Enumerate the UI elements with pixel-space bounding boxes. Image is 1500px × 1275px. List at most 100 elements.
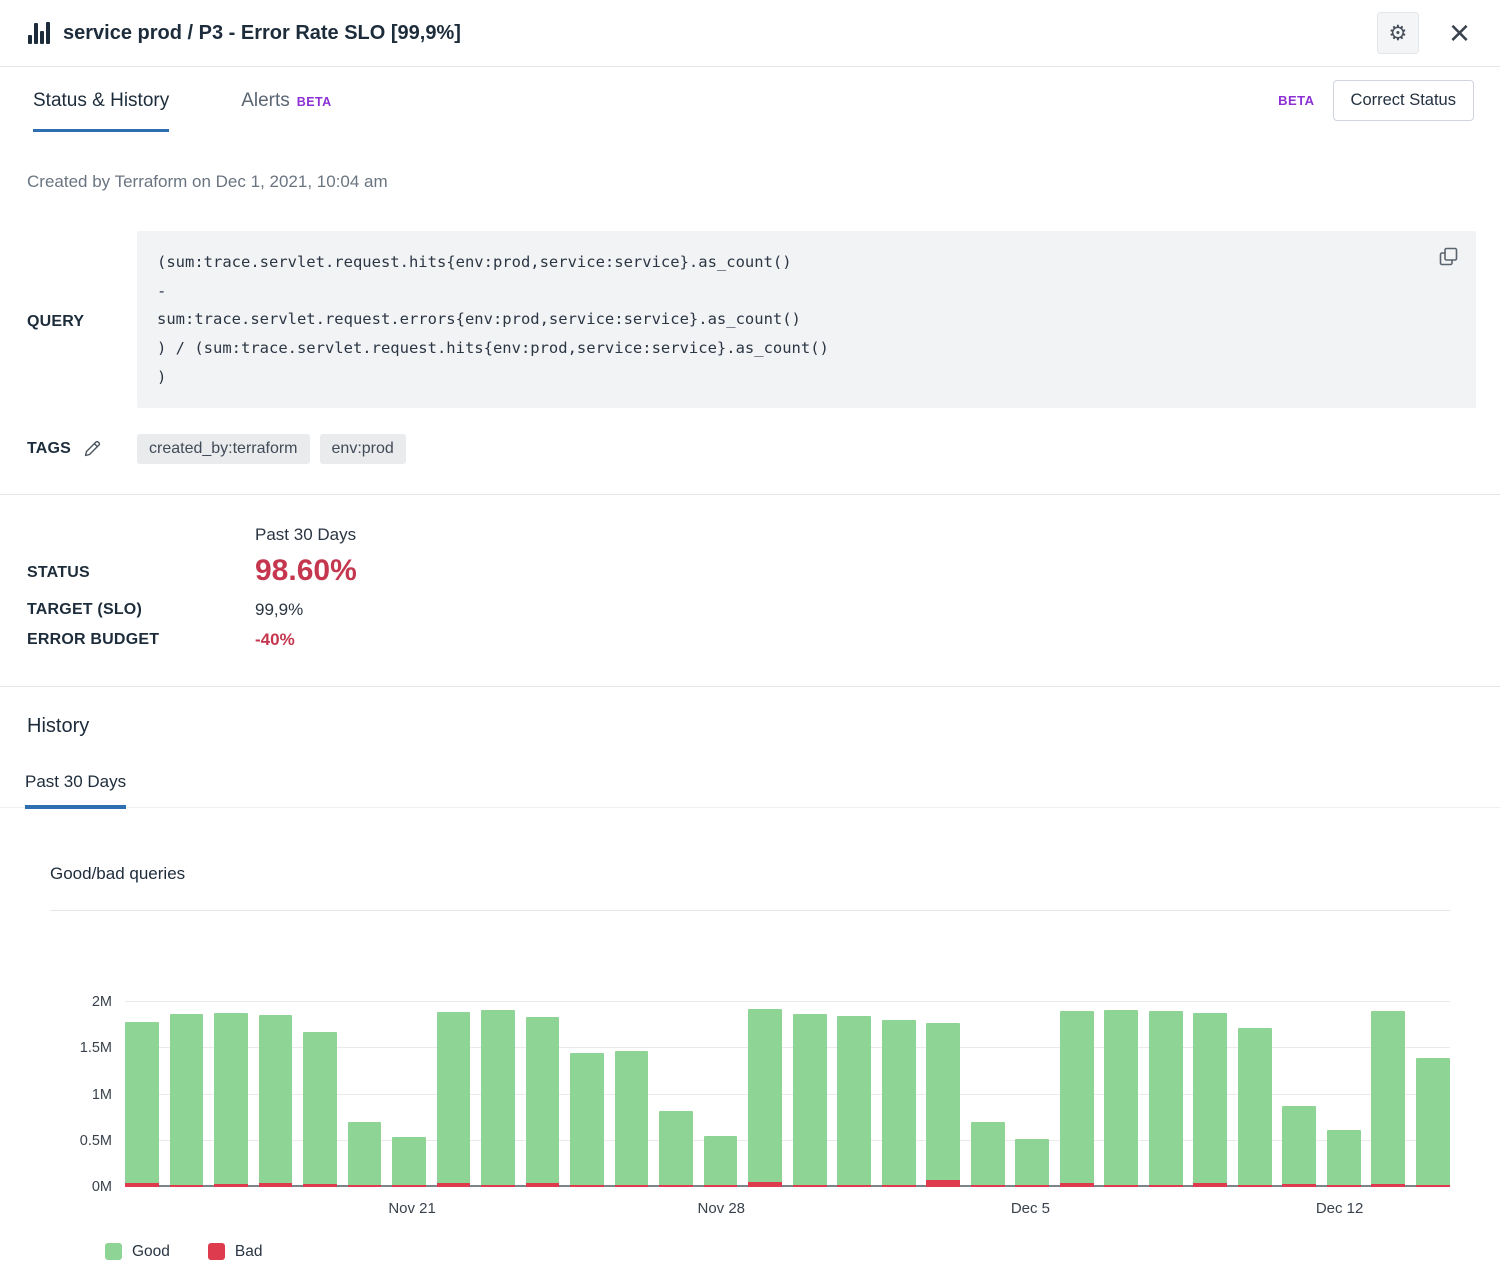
bar[interactable] xyxy=(1282,995,1316,1187)
error-budget-value: -40% xyxy=(255,626,1500,654)
beta-badge: BETA xyxy=(1278,93,1314,108)
bar[interactable] xyxy=(1327,995,1361,1187)
bad-segment xyxy=(348,1185,382,1187)
good-segment xyxy=(1060,1011,1094,1183)
legend-item[interactable]: Bad xyxy=(208,1243,263,1261)
good-segment xyxy=(1282,1106,1316,1184)
good-segment xyxy=(1416,1058,1450,1185)
bar[interactable] xyxy=(926,995,960,1187)
bar[interactable] xyxy=(1238,995,1272,1187)
copy-query-button[interactable] xyxy=(1439,247,1458,266)
settings-button[interactable]: ⚙ xyxy=(1377,12,1419,54)
bar[interactable] xyxy=(1149,995,1183,1187)
close-button[interactable]: × xyxy=(1445,15,1474,51)
good-segment xyxy=(303,1032,337,1184)
good-segment xyxy=(748,1009,782,1183)
good-segment xyxy=(1327,1130,1361,1185)
tag-list: created_by:terraform env:prod xyxy=(137,434,406,464)
status-spacer xyxy=(27,525,255,550)
alerts-beta-badge: BETA xyxy=(297,95,332,109)
bad-segment xyxy=(303,1184,337,1187)
bar[interactable] xyxy=(1015,995,1049,1187)
panel-header: service prod / P3 - Error Rate SLO [99,9… xyxy=(0,0,1500,67)
edit-tags-button[interactable] xyxy=(83,440,101,458)
bad-segment xyxy=(1149,1185,1183,1187)
good-segment xyxy=(615,1051,649,1185)
bad-segment xyxy=(259,1183,293,1187)
bar[interactable] xyxy=(437,995,471,1187)
good-segment xyxy=(837,1016,871,1185)
x-tick-label: Dec 5 xyxy=(1011,1200,1050,1217)
x-axis: Nov 21Nov 28Dec 5Dec 12 xyxy=(125,1187,1450,1221)
bad-segment xyxy=(882,1185,916,1187)
good-segment xyxy=(704,1136,738,1185)
y-tick-label: 0M xyxy=(92,1179,112,1195)
tab-status-history[interactable]: Status & History xyxy=(33,69,169,132)
good-segment xyxy=(214,1013,248,1184)
bar[interactable] xyxy=(392,995,426,1187)
history-tab-past-30-days[interactable]: Past 30 Days xyxy=(25,772,126,809)
tags-row: TAGS created_by:terraform env:prod xyxy=(27,434,1476,494)
good-segment xyxy=(926,1023,960,1180)
y-tick-label: 0.5M xyxy=(80,1133,112,1149)
bad-segment xyxy=(214,1184,248,1187)
bar[interactable] xyxy=(704,995,738,1187)
bar[interactable] xyxy=(1193,995,1227,1187)
chart-body: 0M0.5M1M1.5M2M Nov 21Nov 28Dec 5Dec 12 xyxy=(50,995,1450,1221)
bad-segment xyxy=(1015,1185,1049,1187)
x-tick-label: Dec 12 xyxy=(1316,1200,1364,1217)
history-title: History xyxy=(0,715,1500,738)
bar[interactable] xyxy=(615,995,649,1187)
bar[interactable] xyxy=(570,995,604,1187)
tags-label: TAGS xyxy=(27,440,71,458)
bar[interactable] xyxy=(526,995,560,1187)
bad-segment xyxy=(1060,1183,1094,1187)
bar[interactable] xyxy=(303,995,337,1187)
chart-card: Good/bad queries 0M0.5M1M1.5M2M Nov 21No… xyxy=(50,864,1450,1275)
bar[interactable] xyxy=(481,995,515,1187)
good-segment xyxy=(971,1122,1005,1185)
good-segment xyxy=(1193,1013,1227,1183)
bad-segment xyxy=(392,1185,426,1187)
bar[interactable] xyxy=(259,995,293,1187)
tab-alerts[interactable]: AlertsBETA xyxy=(241,69,331,132)
close-icon: × xyxy=(1449,12,1470,53)
status-value: 98.60% xyxy=(255,552,1500,594)
bars xyxy=(125,995,1450,1187)
bar[interactable] xyxy=(1104,995,1138,1187)
tag-env[interactable]: env:prod xyxy=(320,434,406,464)
good-segment xyxy=(1238,1028,1272,1185)
good-segment xyxy=(170,1014,204,1185)
bar[interactable] xyxy=(659,995,693,1187)
bad-segment xyxy=(748,1182,782,1187)
bad-segment xyxy=(793,1185,827,1187)
bar[interactable] xyxy=(882,995,916,1187)
good-segment xyxy=(481,1010,515,1185)
bad-segment xyxy=(971,1185,1005,1187)
correct-status-button[interactable]: Correct Status xyxy=(1333,80,1474,121)
good-segment xyxy=(1371,1011,1405,1185)
bar[interactable] xyxy=(971,995,1005,1187)
tab-bar-actions: BETA Correct Status xyxy=(1278,80,1474,121)
bad-segment xyxy=(1104,1185,1138,1187)
x-tick-label: Nov 28 xyxy=(697,1200,745,1217)
bar-chart-icon xyxy=(28,22,50,44)
bad-segment xyxy=(1238,1185,1272,1187)
bar[interactable] xyxy=(170,995,204,1187)
history-section: History Past 30 Days xyxy=(0,687,1500,808)
bar[interactable] xyxy=(348,995,382,1187)
tag-created-by[interactable]: created_by:terraform xyxy=(137,434,310,464)
bar[interactable] xyxy=(793,995,827,1187)
bar[interactable] xyxy=(1060,995,1094,1187)
bar[interactable] xyxy=(214,995,248,1187)
bad-segment xyxy=(526,1183,560,1187)
bar[interactable] xyxy=(748,995,782,1187)
bar[interactable] xyxy=(837,995,871,1187)
y-tick-label: 1.5M xyxy=(80,1040,112,1056)
legend-item[interactable]: Good xyxy=(105,1243,170,1261)
bar[interactable] xyxy=(125,995,159,1187)
bar[interactable] xyxy=(1416,995,1450,1187)
page-title: service prod / P3 - Error Rate SLO [99,9… xyxy=(63,22,461,45)
bar[interactable] xyxy=(1371,995,1405,1187)
good-segment xyxy=(392,1137,426,1185)
